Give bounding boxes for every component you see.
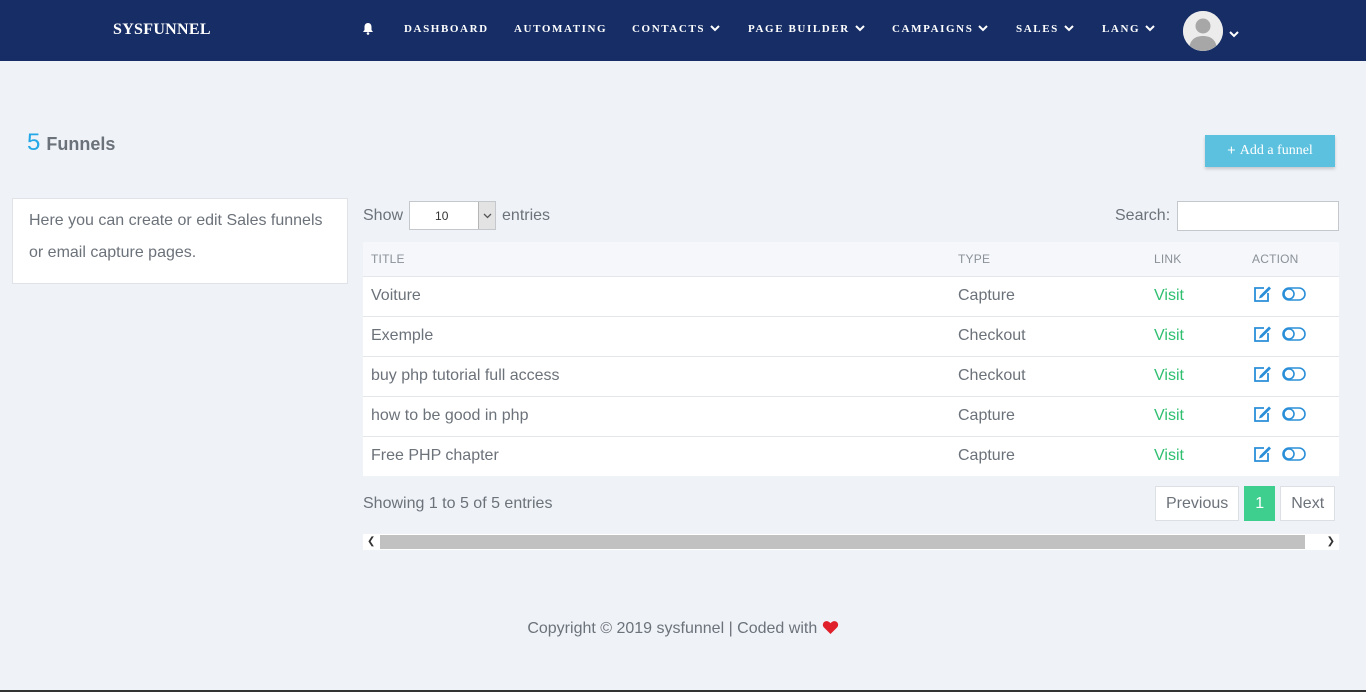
edit-icon[interactable] [1252, 325, 1272, 348]
toggle-icon[interactable] [1282, 326, 1306, 346]
search-input[interactable] [1177, 201, 1340, 231]
nav-lang-label: LANG [1102, 23, 1141, 35]
table-row: Free PHP chapter Capture Visit [363, 435, 1339, 476]
edit-icon[interactable] [1252, 445, 1272, 468]
scroll-left-icon[interactable]: ❮ [367, 536, 375, 547]
row-actions [1252, 405, 1339, 428]
funnel-type: Capture [950, 395, 1146, 436]
plus-icon: + [1227, 142, 1236, 159]
nav-campaigns-label: CAMPAIGNS [892, 23, 974, 35]
chevron-down-icon[interactable] [1229, 25, 1239, 43]
page-title-label: Funnels [46, 134, 116, 154]
row-actions [1252, 365, 1339, 388]
nav-contacts[interactable]: CONTACTS [632, 23, 720, 35]
funnel-type: Capture [950, 275, 1146, 316]
toggle-icon[interactable] [1282, 406, 1306, 426]
chevron-down-icon [855, 23, 865, 35]
edit-icon[interactable] [1252, 285, 1272, 308]
column-header-type[interactable]: TYPE [950, 242, 1146, 276]
chevron-down-icon [978, 23, 989, 35]
nav-lang[interactable]: LANG [1102, 23, 1155, 35]
funnels-table: TITLE TYPE LINK ACTION Voiture Capture V… [363, 242, 1339, 476]
row-actions [1252, 445, 1339, 468]
top-navbar: SYSFUNNEL DASHBOARD AUTOMATING CONTACTS … [0, 0, 1366, 61]
visit-link[interactable]: Visit [1146, 315, 1244, 356]
nav-dashboard[interactable]: DASHBOARD [404, 23, 489, 35]
horizontal-scrollbar[interactable]: ❮ ❯ [363, 534, 1339, 550]
funnel-count: 5 [27, 129, 41, 156]
visit-link[interactable]: Visit [1146, 435, 1244, 476]
table-row: Exemple Checkout Visit [363, 315, 1339, 356]
chevron-down-icon[interactable] [478, 202, 496, 229]
visit-link[interactable]: Visit [1146, 275, 1244, 316]
entries-length-control: Show 10 entries [363, 201, 550, 230]
avatar[interactable] [1183, 11, 1223, 51]
nav-automating-label: AUTOMATING [514, 23, 608, 35]
add-funnel-label: Add a funnel [1239, 143, 1313, 158]
footer: Copyright © 2019 sysfunnel | Coded with [0, 620, 1366, 638]
scroll-right-icon[interactable]: ❯ [1327, 536, 1335, 547]
edit-icon[interactable] [1252, 405, 1272, 428]
pagination: Previous 1 Next [1155, 486, 1336, 521]
table-row: Voiture Capture Visit [363, 275, 1339, 316]
chevron-down-icon [710, 23, 720, 35]
page-1-button[interactable]: 1 [1244, 486, 1276, 521]
nav-page-builder-label: PAGE BUILDER [748, 23, 850, 35]
column-header-link[interactable]: LINK [1146, 242, 1244, 276]
scrollbar-thumb[interactable] [380, 535, 1305, 549]
funnel-type: Capture [950, 435, 1146, 476]
funnel-type: Checkout [950, 315, 1146, 356]
table-row: buy php tutorial full access Checkout Vi… [363, 355, 1339, 396]
toggle-icon[interactable] [1282, 286, 1306, 306]
toggle-icon[interactable] [1282, 446, 1306, 466]
next-button[interactable]: Next [1280, 486, 1336, 521]
info-panel: Here you can create or edit Sales funnel… [12, 198, 348, 284]
nav-contacts-label: CONTACTS [632, 23, 706, 35]
search-label: Search: [1115, 207, 1171, 224]
funnel-title: Free PHP chapter [363, 435, 950, 476]
nav-page-builder[interactable]: PAGE BUILDER [748, 23, 865, 35]
funnel-title: Exemple [363, 315, 950, 356]
info-text: Here you can create or edit Sales funnel… [29, 212, 323, 261]
brand-logo[interactable]: SYSFUNNEL [113, 21, 211, 39]
table-header-row: TITLE TYPE LINK ACTION [363, 242, 1339, 276]
nav-campaigns[interactable]: CAMPAIGNS [892, 23, 989, 35]
funnel-title: buy php tutorial full access [363, 355, 950, 396]
page-title: 5 Funnels [27, 129, 115, 157]
add-funnel-button[interactable]: + Add a funnel [1205, 135, 1335, 167]
nav-sales[interactable]: SALES [1016, 23, 1074, 35]
column-header-title[interactable]: TITLE [363, 242, 950, 276]
table-search: Search: [1115, 201, 1340, 231]
visit-link[interactable]: Visit [1146, 355, 1244, 396]
funnel-title: Voiture [363, 275, 950, 316]
funnel-type: Checkout [950, 355, 1146, 396]
toggle-icon[interactable] [1282, 366, 1306, 386]
entries-label: entries [502, 206, 551, 224]
entries-select-value: 10 [435, 209, 449, 223]
nav-automating[interactable]: AUTOMATING [514, 23, 607, 35]
previous-button[interactable]: Previous [1155, 486, 1240, 521]
visit-link[interactable]: Visit [1146, 395, 1244, 436]
chevron-down-icon [1145, 23, 1155, 35]
heart-icon [822, 620, 839, 637]
chevron-down-icon [1064, 23, 1074, 35]
row-actions [1252, 285, 1339, 308]
table-row: how to be good in php Capture Visit [363, 395, 1339, 436]
bell-icon[interactable] [362, 22, 374, 40]
nav-sales-label: SALES [1016, 23, 1059, 35]
edit-icon[interactable] [1252, 365, 1272, 388]
funnel-title: how to be good in php [363, 395, 950, 436]
column-header-action[interactable]: ACTION [1244, 242, 1339, 276]
table-info: Showing 1 to 5 of 5 entries [363, 495, 553, 512]
show-label: Show [363, 206, 404, 224]
row-actions [1252, 325, 1339, 348]
entries-select[interactable]: 10 [409, 201, 497, 230]
nav-dashboard-label: DASHBOARD [404, 23, 489, 35]
footer-text: Copyright © 2019 sysfunnel | Coded with [527, 620, 818, 637]
